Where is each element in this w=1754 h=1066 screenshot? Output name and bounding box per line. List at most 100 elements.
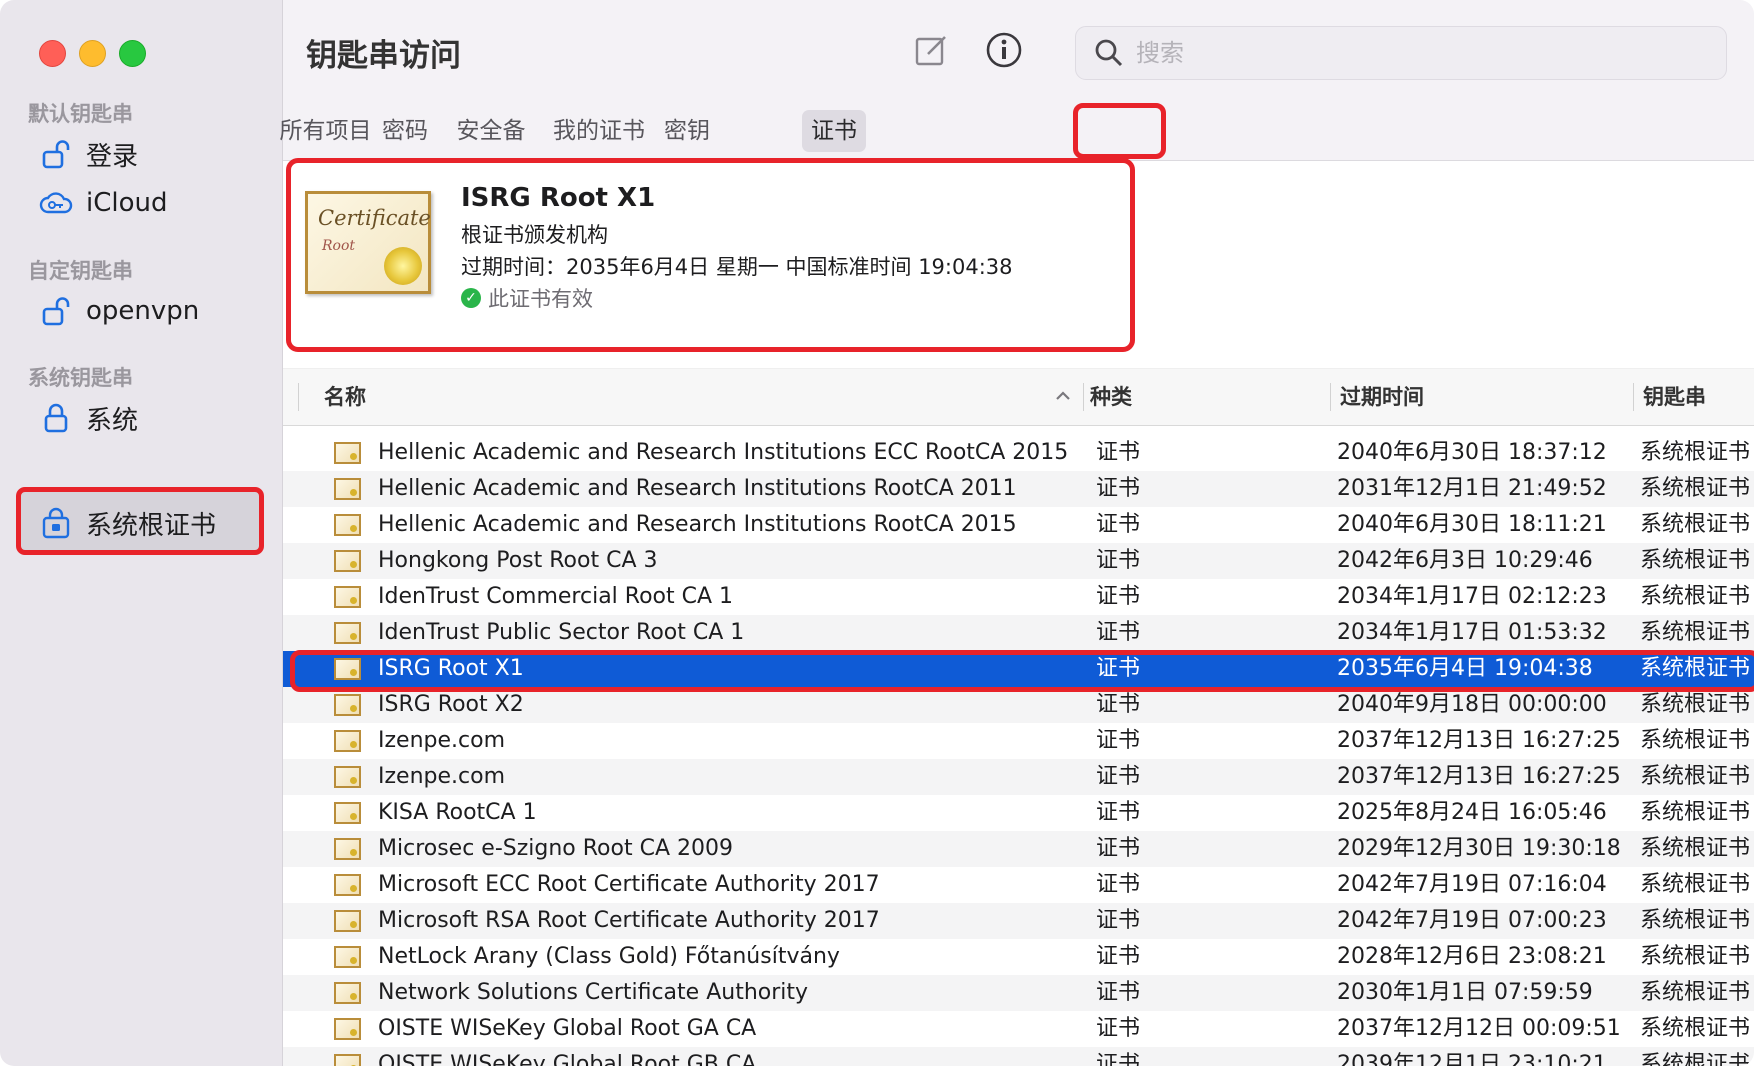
column-divider: [1083, 383, 1084, 411]
cell-name: Hellenic Academic and Research Instituti…: [378, 512, 1017, 537]
cell-keychain: 系统根证书: [1640, 1052, 1751, 1066]
table-row[interactable]: Microsec e-Szigno Root CA 2009 证书 2029年12月…: [283, 831, 1754, 867]
cell-expiry: 2042年7月19日 07:00:23: [1337, 908, 1607, 933]
minimize-window-button[interactable]: [79, 40, 106, 67]
sidebar-item-label: 系统: [86, 405, 139, 436]
tab-certificates[interactable]: 证书: [802, 110, 866, 152]
new-item-button[interactable]: [908, 28, 956, 76]
highlight-box-tab: [1073, 103, 1166, 159]
close-window-button[interactable]: [39, 40, 66, 67]
cell-kind: 证书: [1096, 548, 1141, 573]
table-row[interactable]: Microsoft ECC Root Certificate Authority…: [283, 867, 1754, 903]
table-row[interactable]: OISTE WISeKey Global Root GB CA 证书 2039年12…: [283, 1047, 1754, 1066]
certificate-icon: [334, 946, 361, 968]
cell-expiry: 2034年1月17日 02:12:23: [1337, 584, 1607, 609]
certificate-icon: [334, 838, 361, 860]
cell-keychain: 系统根证书: [1640, 908, 1751, 933]
cell-name: NetLock Arany (Class Gold) Főtanúsítvány: [378, 944, 840, 969]
cell-name: Microsec e-Szigno Root CA 2009: [378, 836, 733, 861]
search-icon: [1094, 38, 1124, 68]
sidebar-item-system[interactable]: 系统: [18, 386, 262, 450]
table-row[interactable]: NetLock Arany (Class Gold) Főtanúsítvány…: [283, 939, 1754, 975]
certificate-icon: [334, 550, 361, 572]
certificate-icon: [334, 514, 361, 536]
cell-expiry: 2040年9月18日 00:00:00: [1337, 692, 1607, 717]
certificate-icon: [334, 874, 361, 896]
cell-kind: 证书: [1096, 692, 1141, 717]
cell-kind: 证书: [1096, 836, 1141, 861]
cell-expiry: 2039年12月1日 23:10:21: [1337, 1052, 1607, 1066]
table-row[interactable]: IdenTrust Public Sector Root CA 1 证书 2034年…: [283, 615, 1754, 651]
info-icon: [985, 31, 1023, 73]
cell-keychain: 系统根证书: [1640, 440, 1751, 465]
cell-keychain: 系统根证书: [1640, 584, 1751, 609]
table-row[interactable]: IdenTrust Commercial Root CA 1 证书 2034年1月1…: [283, 579, 1754, 615]
cell-kind: 证书: [1096, 620, 1141, 645]
table-row[interactable]: Network Solutions Certificate Authority 证…: [283, 975, 1754, 1011]
cell-kind: 证书: [1096, 476, 1141, 501]
sidebar-item-label: 登录: [86, 141, 139, 172]
cell-kind: 证书: [1096, 1016, 1141, 1041]
sidebar-item-label: iCloud: [86, 188, 168, 218]
sidebar: 默认钥匙串 登录 iCloud 自定钥匙串 openvpn 系统钥匙串 系统 系…: [0, 0, 283, 1066]
table-row[interactable]: KISA RootCA 1 证书 2025年8月24日 16:05:46 系统根证书: [283, 795, 1754, 831]
certificate-icon: [334, 622, 361, 644]
tab-passwords[interactable]: 密码: [378, 110, 432, 152]
sidebar-item-icloud[interactable]: iCloud: [18, 171, 262, 235]
column-divider: [1330, 383, 1331, 411]
cell-name: Hongkong Post Root CA 3: [378, 548, 658, 573]
cell-kind: 证书: [1096, 872, 1141, 897]
cell-keychain: 系统根证书: [1640, 476, 1751, 501]
cell-name: Hellenic Academic and Research Instituti…: [378, 440, 1069, 465]
cell-expiry: 2031年12月1日 21:49:52: [1337, 476, 1607, 501]
cell-name: OISTE WISeKey Global Root GA CA: [378, 1016, 757, 1041]
table-row[interactable]: Hellenic Academic and Research Instituti…: [283, 471, 1754, 507]
tab-my-certificates[interactable]: 我的证书: [553, 110, 645, 152]
cell-keychain: 系统根证书: [1640, 548, 1751, 573]
tab-all-items[interactable]: 所有项目: [273, 110, 378, 152]
column-header-name[interactable]: 名称: [304, 369, 1014, 425]
toolbar: 钥匙串访问 所有项目 密码 安全备注 我的证书 密钥 证书: [280, 0, 1754, 186]
column-divider: [298, 383, 299, 411]
highlight-box-sidebar: [16, 487, 264, 555]
sidebar-item-openvpn[interactable]: openvpn: [18, 279, 262, 343]
certificate-icon: [334, 1018, 361, 1040]
cell-expiry: 2028年12月6日 23:08:21: [1337, 944, 1607, 969]
highlight-box-detail: [286, 158, 1135, 352]
column-header-expiry[interactable]: 过期时间: [1340, 369, 1570, 425]
cloud-key-icon: [36, 183, 76, 223]
cell-name: IdenTrust Commercial Root CA 1: [378, 584, 734, 609]
table-row[interactable]: Hellenic Academic and Research Instituti…: [283, 507, 1754, 543]
table-row[interactable]: ISRG Root X2 证书 2040年9月18日 00:00:00 系统根证书: [283, 687, 1754, 723]
tab-keys[interactable]: 密钥: [661, 110, 713, 152]
certificate-icon: [334, 982, 361, 1004]
table-row[interactable]: Microsoft RSA Root Certificate Authority…: [283, 903, 1754, 939]
table-row[interactable]: Hellenic Academic and Research Instituti…: [283, 435, 1754, 471]
certificate-icon: [334, 766, 361, 788]
cell-keychain: 系统根证书: [1640, 764, 1751, 789]
search-input[interactable]: [1134, 38, 1698, 68]
table-row[interactable]: Izenpe.com 证书 2037年12月13日 16:27:25 系统根证书: [283, 759, 1754, 795]
certificate-icon: [334, 730, 361, 752]
table-row[interactable]: Hongkong Post Root CA 3 证书 2042年6月3日 10:29…: [283, 543, 1754, 579]
certificate-icon: [334, 802, 361, 824]
search-field[interactable]: [1075, 26, 1727, 80]
column-header-keychain[interactable]: 钥匙串: [1643, 369, 1754, 425]
cell-expiry: 2030年1月1日 07:59:59: [1337, 980, 1593, 1005]
cell-expiry: 2025年8月24日 16:05:46: [1337, 800, 1607, 825]
table-row[interactable]: Izenpe.com 证书 2037年12月13日 16:27:25 系统根证书: [283, 723, 1754, 759]
cell-keychain: 系统根证书: [1640, 512, 1751, 537]
cell-kind: 证书: [1096, 440, 1141, 465]
cell-expiry: 2040年6月30日 18:37:12: [1337, 440, 1607, 465]
tab-secure-notes[interactable]: 安全备注: [446, 110, 536, 186]
zoom-window-button[interactable]: [119, 40, 146, 67]
cell-expiry: 2037年12月13日 16:27:25: [1337, 764, 1621, 789]
info-button[interactable]: [980, 28, 1028, 76]
highlight-box-row: [290, 650, 1754, 692]
table-row[interactable]: OISTE WISeKey Global Root GA CA 证书 2037年12…: [283, 1011, 1754, 1047]
unlocked-padlock-icon: [36, 291, 76, 331]
cell-kind: 证书: [1096, 584, 1141, 609]
column-header-kind[interactable]: 种类: [1090, 369, 1290, 425]
cell-keychain: 系统根证书: [1640, 1016, 1751, 1041]
cell-name: Izenpe.com: [378, 764, 505, 789]
